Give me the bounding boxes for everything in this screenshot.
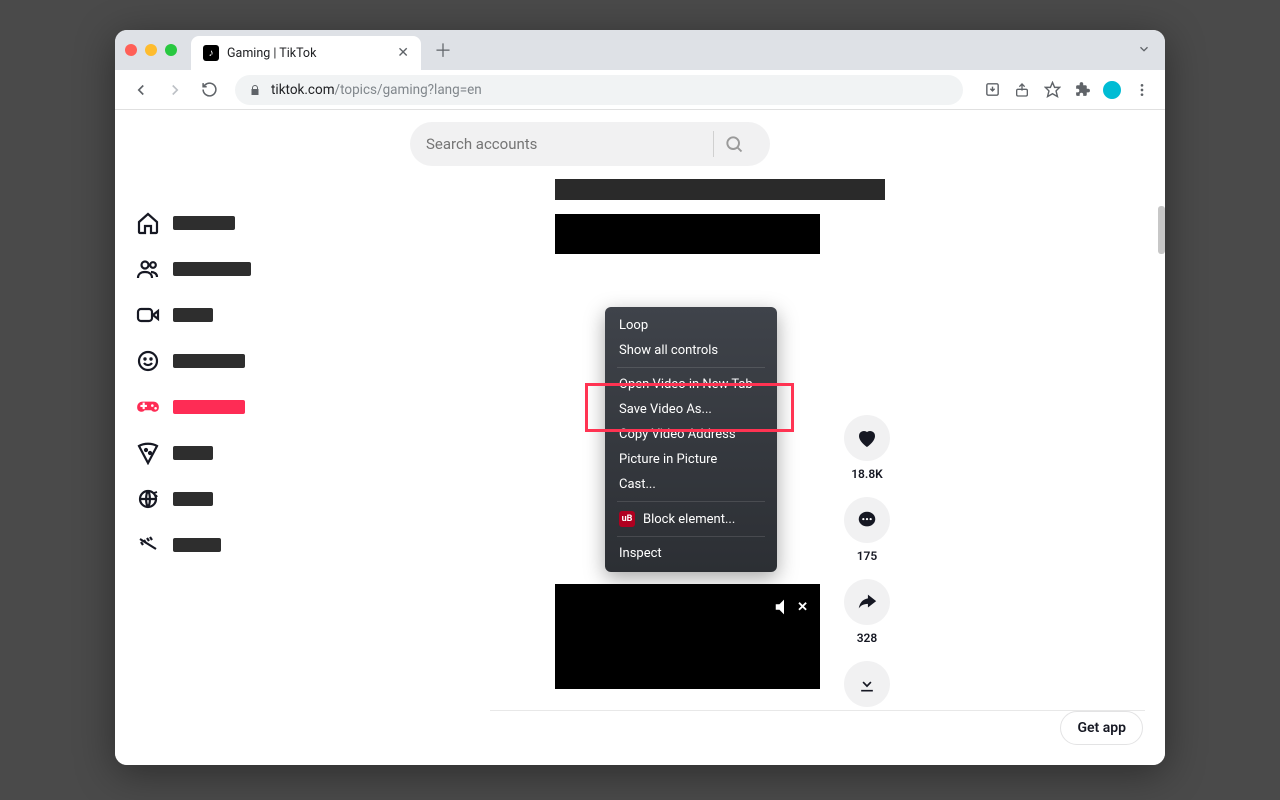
sidebar-item-smile[interactable] (135, 338, 355, 384)
like-button[interactable] (844, 415, 890, 461)
scrollbar[interactable] (1158, 206, 1165, 254)
context-menu-item[interactable]: Show all controls (605, 338, 777, 363)
context-menu-label: Loop (619, 318, 648, 333)
context-menu-item[interactable]: Copy Video Address (605, 422, 777, 447)
share-button[interactable] (844, 579, 890, 625)
video-letterbox-bottom: ✕ (555, 584, 820, 689)
traffic-lights (125, 44, 177, 56)
comment-count: 175 (857, 549, 878, 563)
sidebar-item-people[interactable] (135, 246, 355, 292)
comb-icon (135, 532, 161, 558)
category-sidebar (135, 200, 355, 568)
browser-window: ♪ Gaming | TikTok ✕ ＋ tiktok.com/topics/… (115, 30, 1165, 765)
sidebar-item-label (173, 216, 235, 230)
globe-icon (135, 486, 161, 512)
tab-title: Gaming | TikTok (227, 46, 316, 61)
like-count: 18.8K (851, 467, 883, 481)
forward-button[interactable] (161, 76, 189, 104)
search-container: Search accounts (410, 122, 770, 166)
tabs-dropdown-icon[interactable] (1137, 42, 1151, 56)
sidebar-item-live[interactable] (135, 292, 355, 338)
sidebar-item-label (173, 538, 221, 552)
close-tab-icon[interactable]: ✕ (397, 45, 409, 61)
context-menu-separator (617, 367, 765, 368)
video-context-menu: Loop Show all controls Open Video in New T… (605, 307, 777, 572)
search-button[interactable] (714, 134, 754, 154)
sidebar-item-pizza[interactable] (135, 430, 355, 476)
context-menu-item[interactable]: uB Block element... (605, 506, 777, 532)
sidebar-item-label (173, 492, 213, 506)
tiktok-favicon: ♪ (203, 45, 219, 61)
lock-icon (249, 84, 261, 96)
context-menu-item[interactable]: Loop (605, 313, 777, 338)
context-menu-label: Inspect (619, 546, 662, 561)
context-menu-label: Block element... (643, 512, 735, 527)
url-text: tiktok.com/topics/gaming?lang=en (271, 82, 482, 98)
context-menu-item[interactable]: Save Video As... (605, 397, 777, 422)
extension-badge[interactable] (1101, 79, 1123, 101)
gamepad-icon (135, 394, 161, 420)
context-menu-item[interactable]: Open Video in New Tab (605, 372, 777, 397)
smile-icon (135, 348, 161, 374)
mute-icon[interactable]: ✕ (773, 596, 808, 618)
content-divider (490, 710, 1145, 711)
people-icon (135, 256, 161, 282)
pizza-icon (135, 440, 161, 466)
home-icon (135, 210, 161, 236)
ublock-icon: uB (619, 511, 635, 527)
context-menu-item[interactable]: Cast... (605, 472, 777, 497)
browser-tab[interactable]: ♪ Gaming | TikTok ✕ (191, 36, 421, 70)
comment-button[interactable] (844, 497, 890, 543)
context-menu-item[interactable]: Inspect (605, 541, 777, 566)
context-menu-item[interactable]: Picture in Picture (605, 447, 777, 472)
reload-button[interactable] (195, 76, 223, 104)
tab-bar: ♪ Gaming | TikTok ✕ ＋ (115, 30, 1165, 70)
bookmark-star-icon[interactable] (1041, 79, 1063, 101)
sidebar-item-label (173, 400, 245, 414)
sidebar-item-label (173, 262, 251, 276)
page-content: Search accounts ✕ 18.8K (115, 110, 1165, 765)
get-app-button[interactable]: Get app (1060, 711, 1143, 745)
context-menu-label: Save Video As... (619, 402, 712, 417)
video-action-rail: 18.8K 175 328 (836, 415, 898, 707)
fullscreen-window-button[interactable] (165, 44, 177, 56)
extensions-icon[interactable] (1071, 79, 1093, 101)
share-icon[interactable] (1011, 79, 1033, 101)
share-count: 328 (857, 631, 878, 645)
sidebar-item-label (173, 354, 245, 368)
download-button[interactable] (844, 661, 890, 707)
context-menu-label: Picture in Picture (619, 452, 717, 467)
new-tab-button[interactable]: ＋ (429, 36, 457, 64)
context-menu-separator (617, 536, 765, 537)
context-menu-label: Show all controls (619, 343, 718, 358)
context-menu-label: Copy Video Address (619, 427, 736, 442)
previous-video-stub (555, 179, 885, 200)
sidebar-item-gamepad[interactable] (135, 384, 355, 430)
sidebar-item-globe[interactable] (135, 476, 355, 522)
context-menu-separator (617, 501, 765, 502)
sidebar-item-label (173, 308, 213, 322)
search-input[interactable]: Search accounts (426, 135, 713, 153)
sidebar-item-comb[interactable] (135, 522, 355, 568)
minimize-window-button[interactable] (145, 44, 157, 56)
toolbar-right (981, 79, 1153, 101)
context-menu-label: Open Video in New Tab (619, 377, 753, 392)
browser-toolbar: tiktok.com/topics/gaming?lang=en (115, 70, 1165, 110)
sidebar-item-home[interactable] (135, 200, 355, 246)
sidebar-item-label (173, 446, 213, 460)
live-icon (135, 302, 161, 328)
address-bar[interactable]: tiktok.com/topics/gaming?lang=en (235, 75, 963, 105)
install-app-icon[interactable] (981, 79, 1003, 101)
browser-menu-icon[interactable] (1131, 79, 1153, 101)
video-letterbox-top (555, 214, 820, 254)
context-menu-label: Cast... (619, 477, 656, 492)
back-button[interactable] (127, 76, 155, 104)
close-window-button[interactable] (125, 44, 137, 56)
